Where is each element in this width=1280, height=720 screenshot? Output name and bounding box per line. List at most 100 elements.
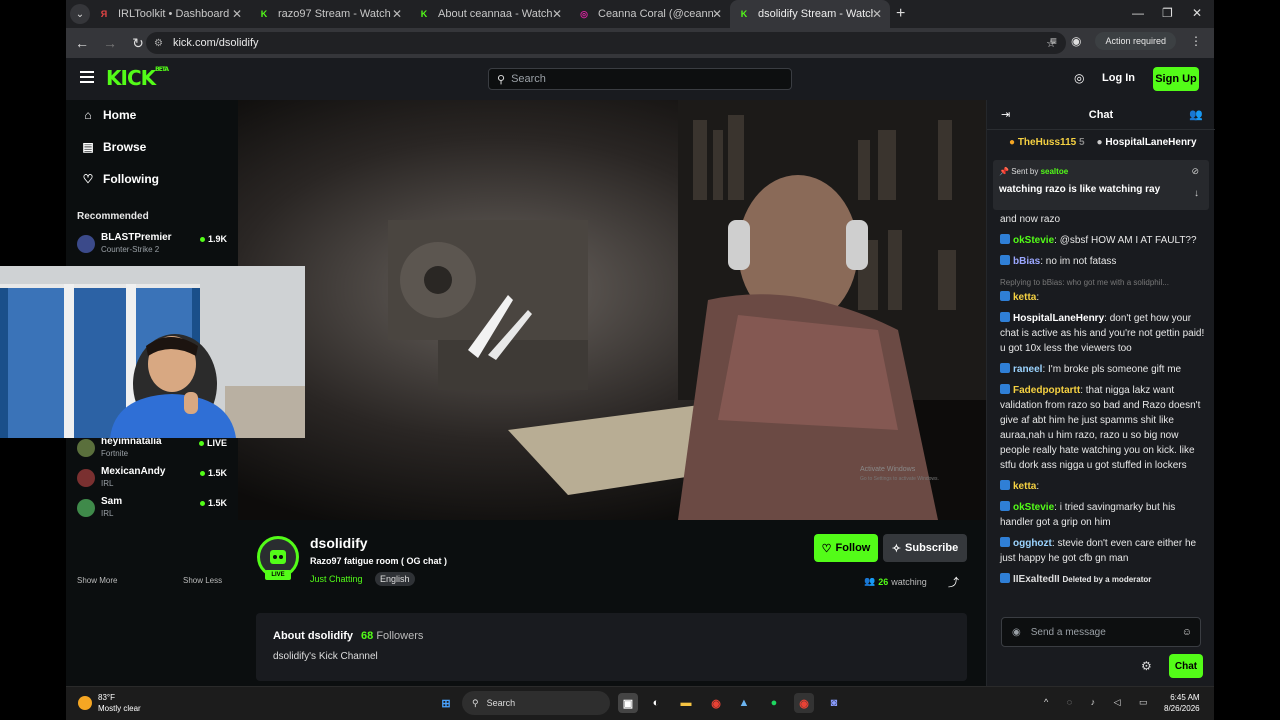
new-tab-button[interactable]: + — [896, 5, 905, 23]
video-player[interactable]: Activate Windows Go to Settings to activ… — [238, 100, 986, 520]
search-input[interactable]: ⚲ Search — [488, 68, 792, 90]
reply-context: Replying to bBias: who got me with a sol… — [1000, 278, 1169, 287]
discord-icon[interactable]: ◙ — [824, 693, 844, 713]
back-button[interactable]: ← — [70, 35, 94, 51]
language-tag[interactable]: English — [375, 572, 415, 586]
follow-button[interactable]: ♡ Follow — [814, 534, 878, 562]
weather-icon — [78, 696, 92, 710]
tab-search-button[interactable]: ⌄ — [70, 4, 90, 24]
browser-tab-1[interactable]: Я IRLToolkit • Dashboard ✕ — [90, 0, 250, 28]
chat-message: bBias: no im not fatass — [1000, 254, 1208, 269]
chrome-icon[interactable]: ◉ — [706, 693, 726, 713]
recommended-channel[interactable]: heyimnatalia Fortnite LIVE — [77, 436, 227, 462]
forward-button[interactable]: → — [98, 35, 122, 51]
chat-text: Deleted by a moderator — [1062, 575, 1152, 584]
chat-users-icon[interactable]: 👥 — [1189, 108, 1203, 121]
browser-tab-2[interactable]: Krazo97 Stream - Watch Live on✕ — [250, 0, 410, 28]
chat-username[interactable]: Fadedpoptartt — [1013, 385, 1080, 396]
sidebar-item-following[interactable]: ♡ Following — [81, 172, 159, 186]
file-explorer-icon[interactable]: ▬ — [676, 693, 696, 713]
profile-icon[interactable]: ◉ — [1071, 34, 1081, 48]
menu-hamburger-icon[interactable] — [80, 71, 94, 83]
chat-username[interactable]: okStevie — [1013, 235, 1054, 246]
kick-logo[interactable]: KICKBETA — [106, 66, 169, 90]
spotify-icon[interactable]: ● — [764, 693, 784, 713]
browser-tab-4[interactable]: ◎ Ceanna Coral (@ceanna) • Insta✕ — [570, 0, 730, 28]
browser-tab-5[interactable]: Kdsolidify Stream - Watch Live o✕ — [730, 0, 890, 28]
activate-windows-subtitle: Go to Settings to activate Windows. — [860, 476, 939, 482]
gifter-2[interactable]: ● HospitalLaneHenry — [1097, 137, 1197, 148]
tab-close-icon[interactable]: ✕ — [232, 7, 242, 21]
browser-tab-3[interactable]: K About ceannaa - Watch Live o✕ — [410, 0, 570, 28]
chat-placeholder: Send a message — [1030, 626, 1106, 638]
chat-username[interactable]: ogghozt — [1013, 538, 1052, 549]
start-windows-icon[interactable]: ⊞ — [436, 693, 456, 713]
clock[interactable]: 6:45 AM 8/26/2026 — [1164, 692, 1200, 714]
chat-username[interactable]: HospitalLaneHenry — [1013, 313, 1104, 324]
minimize-button[interactable]: — — [1132, 6, 1144, 20]
chat-header: ⇥ Chat 👥 — [987, 100, 1215, 130]
system-tray[interactable]: ^ ◌ ♪ ◁ ▭ — [1044, 697, 1156, 708]
chat-username[interactable]: ketta — [1013, 481, 1036, 492]
login-button[interactable]: Log In — [1102, 72, 1135, 84]
tab-title: dsolidify Stream - Watch Live o — [758, 8, 873, 20]
scroll-down-icon[interactable]: ↓ — [1194, 188, 1199, 199]
show-less-button[interactable]: Show Less — [183, 576, 222, 585]
address-bar[interactable]: ⚙ kick.com/dsolidify ☆ — [146, 32, 1066, 54]
task-view-icon[interactable]: ▣ — [618, 693, 638, 713]
tab-close-icon[interactable]: ✕ — [392, 7, 402, 21]
chat-text: that nigga lakz want validation from raz… — [1000, 385, 1201, 471]
chat-username[interactable]: IIExaltedII — [1013, 574, 1060, 585]
tab-close-icon[interactable]: ✕ — [872, 7, 882, 21]
obs-icon[interactable]: ◐ — [646, 693, 666, 713]
webcam-overlay — [0, 266, 305, 438]
show-more-button[interactable]: Show More — [77, 576, 117, 585]
chat-text: and now razo — [1000, 214, 1061, 225]
photos-icon[interactable]: ▲ — [734, 693, 754, 713]
chat-messages: and now razo okStevie: @sbsf HOW AM I AT … — [1000, 212, 1208, 593]
chat-message: ketta: — [1000, 479, 1208, 494]
maximize-button[interactable]: ❐ — [1162, 6, 1173, 20]
chat-message: raneel: I'm broke pls someone gift me — [1000, 362, 1208, 377]
signup-button[interactable]: Sign Up — [1153, 67, 1199, 91]
subscribe-button[interactable]: ✧ Subscribe — [883, 534, 967, 562]
site-info-icon[interactable]: ⚙ — [154, 38, 163, 49]
sidebar-item-home[interactable]: ⌂ Home — [81, 108, 136, 122]
gifter-1[interactable]: ● TheHuss115 5 — [1009, 137, 1085, 148]
badge-icon — [1000, 384, 1010, 394]
chat-message: Fadedpoptartt: that nigga lakz want vali… — [1000, 384, 1201, 471]
sidebar-item-browse[interactable]: ▤ Browse — [81, 140, 146, 154]
recommended-channel[interactable]: BLASTPremier Counter-Strike 2 1.9K — [77, 232, 227, 258]
send-chat-button[interactable]: Chat — [1169, 654, 1203, 678]
close-window-button[interactable]: ✕ — [1192, 6, 1202, 20]
stream-category-link[interactable]: Just Chatting — [310, 574, 363, 584]
chat-username[interactable]: bBias — [1013, 256, 1040, 267]
chat-username[interactable]: ketta — [1013, 292, 1036, 303]
streamer-name[interactable]: dsolidify — [310, 535, 368, 551]
tab-title: razo97 Stream - Watch Live on — [278, 8, 393, 20]
weather-widget[interactable]: 83°F Mostly clear — [78, 692, 141, 714]
share-icon[interactable]: ⤴ — [948, 574, 959, 590]
recommended-channel[interactable]: MexicanAndy IRL 1.5K — [77, 466, 227, 492]
reading-list-icon[interactable]: ≡ — [1050, 34, 1057, 48]
hide-pin-icon[interactable]: ⊘ — [1191, 166, 1199, 177]
taskbar-search[interactable]: ⚲ Search — [462, 691, 610, 715]
action-required-button[interactable]: Action required — [1095, 32, 1176, 50]
chat-message: ketta: — [1000, 290, 1208, 305]
browser-menu-icon[interactable]: ⋮ — [1190, 34, 1202, 48]
language-globe-icon[interactable]: ◎ — [1074, 71, 1084, 85]
recommended-channel[interactable]: Sam IRL 1.5K — [77, 496, 227, 522]
chat-username[interactable]: okStevie — [1013, 502, 1054, 513]
live-badge: LIVE — [265, 570, 291, 580]
chat-username[interactable]: raneel — [1013, 364, 1042, 375]
chat-message: okStevie: i tried savingmarky but his ha… — [1000, 501, 1176, 528]
tab-close-icon[interactable]: ✕ — [712, 7, 722, 21]
chat-settings-gear-icon[interactable]: ⚙ — [1141, 659, 1152, 673]
chat-input[interactable]: ◉ Send a message ☺ — [1001, 617, 1201, 647]
about-title: About dsolidify — [273, 630, 354, 642]
tab-close-icon[interactable]: ✕ — [552, 7, 562, 21]
chrome-active-icon[interactable]: ◉ — [794, 693, 814, 713]
badge-icon — [1000, 255, 1010, 265]
badge-icon — [1000, 291, 1010, 301]
emoji-icon[interactable]: ☺ — [1182, 627, 1192, 638]
